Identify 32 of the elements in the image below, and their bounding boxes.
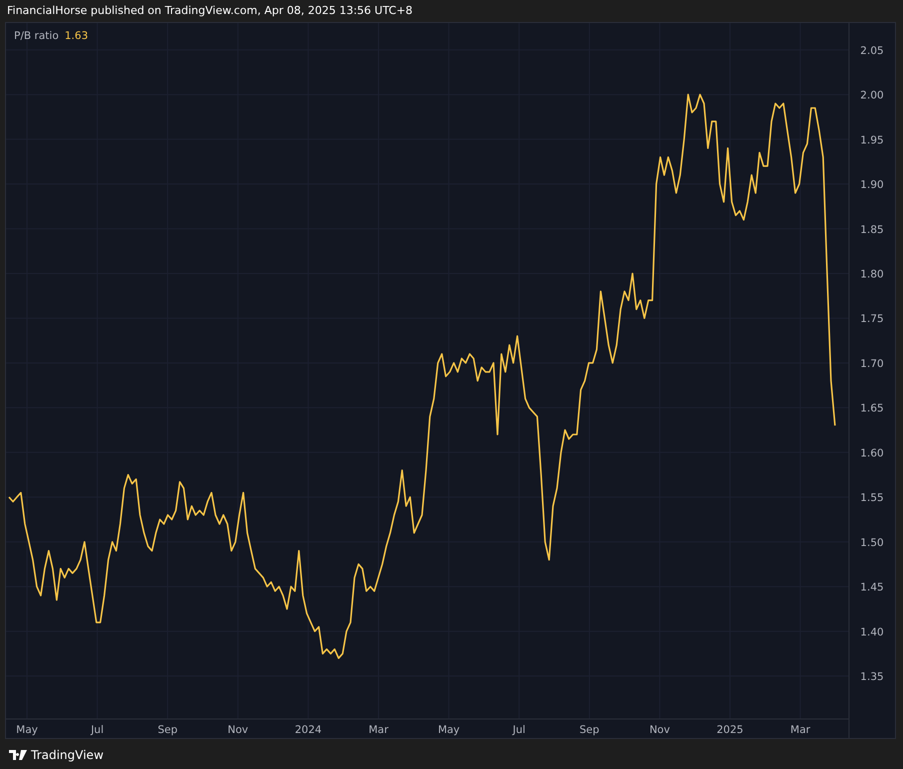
y-axis-label: 2.00 — [860, 90, 884, 102]
x-axis-label: May — [16, 724, 38, 736]
y-axis-label: 1.50 — [860, 536, 884, 549]
legend-label: P/B ratio — [14, 29, 59, 44]
x-axis-label: May — [438, 724, 460, 736]
y-axis-label: 1.60 — [860, 447, 884, 460]
x-axis-label: Mar — [790, 724, 810, 736]
publish-caption: FinancialHorse published on TradingView.com, Apr 08, 2025 13:56 UTC+8 — [7, 4, 413, 17]
x-axis-label: Mar — [368, 724, 388, 736]
y-axis-label: 1.90 — [860, 179, 884, 192]
x-axis-label: Sep — [580, 724, 600, 736]
x-axis-label: Jul — [512, 724, 526, 736]
legend-value: 1.63 — [64, 29, 88, 44]
logo-icon — [9, 750, 27, 760]
y-axis-label: 1.55 — [860, 492, 884, 504]
y-axis-label: 1.40 — [860, 626, 884, 638]
y-axis-label: 1.85 — [860, 224, 884, 236]
x-axis-label: Jul — [90, 724, 104, 736]
x-axis-label: Nov — [649, 724, 670, 736]
x-axis-label: Sep — [158, 724, 178, 736]
y-axis-label: 1.80 — [860, 268, 884, 280]
x-axis-label: Nov — [228, 724, 248, 736]
y-axis-label: 1.45 — [860, 582, 884, 594]
x-axis-label: 2025 — [716, 724, 744, 736]
y-axis-label: 1.35 — [860, 671, 884, 684]
y-axis-label: 1.70 — [860, 358, 884, 370]
y-axis-label: 1.95 — [860, 134, 884, 146]
brand-name: TradingView — [31, 747, 104, 764]
y-axis-label: 1.65 — [860, 402, 884, 415]
y-axis-label: 1.75 — [860, 313, 884, 326]
y-axis-label: 2.05 — [860, 44, 884, 57]
x-axis-label: 2024 — [294, 724, 322, 736]
